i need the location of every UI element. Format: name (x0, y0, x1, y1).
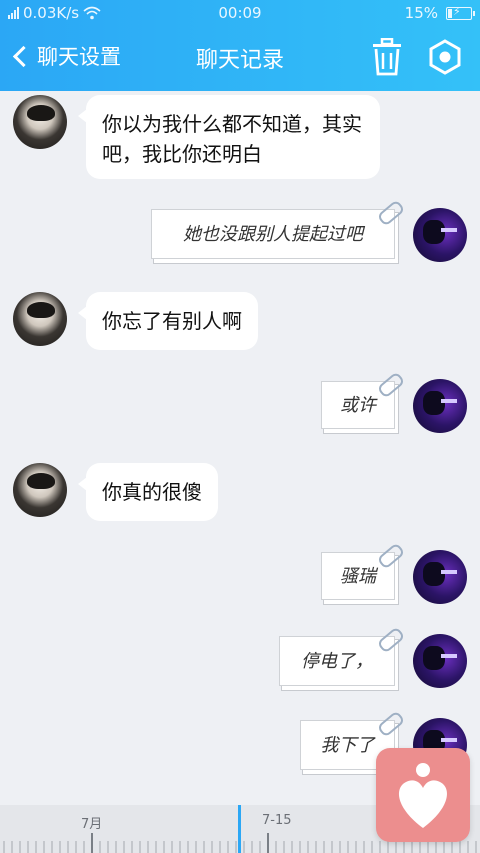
message-note[interactable]: 她也没跟别人提起过吧 (151, 209, 395, 259)
battery-percent: 15% (404, 4, 438, 22)
avatar-self[interactable] (413, 550, 467, 604)
heart-person-icon (398, 763, 448, 828)
message-bubble[interactable]: 你忘了有别人啊 (78, 292, 258, 350)
timeline-label-month: 7月 (81, 817, 103, 832)
avatar-friend[interactable] (13, 95, 67, 149)
settings-button[interactable] (427, 38, 463, 76)
page-title: 聊天记录 (195, 48, 284, 73)
settings-icon (429, 39, 461, 75)
floating-heart-button[interactable] (376, 748, 470, 842)
avatar-self[interactable] (413, 379, 467, 433)
battery-icon: ⚡ (446, 5, 475, 20)
message-bubble[interactable]: 你真的很傻 (78, 463, 218, 521)
avatar-self[interactable] (413, 208, 467, 262)
timeline-cursor[interactable] (238, 805, 241, 853)
message-note[interactable]: 或许 (321, 381, 395, 429)
nav-bar: 聊天设置 聊天记录 (0, 28, 480, 86)
avatar-friend[interactable] (13, 292, 67, 346)
avatar-self[interactable] (413, 634, 467, 688)
trash-icon (373, 37, 401, 76)
message-note[interactable]: 骚瑞 (321, 552, 395, 600)
message-bubble[interactable]: 你以为我什么都不知道，其实吧，我比你还明白 (78, 95, 380, 179)
chat-history[interactable]: 你以为我什么都不知道，其实吧，我比你还明白 她也没跟别人提起过吧 你忘了有别人啊… (0, 91, 480, 805)
timeline-label-date: 7-15 (262, 813, 292, 828)
header-bar: 0.03K/s 00:09 15% ⚡ 聊天设置 聊天记录 (0, 0, 480, 91)
trash-button[interactable] (370, 37, 404, 76)
status-right: 15% ⚡ (404, 4, 475, 22)
avatar-friend[interactable] (13, 463, 67, 517)
message-note[interactable]: 停电了， (279, 636, 395, 686)
status-bar: 0.03K/s 00:09 15% ⚡ (0, 0, 480, 26)
